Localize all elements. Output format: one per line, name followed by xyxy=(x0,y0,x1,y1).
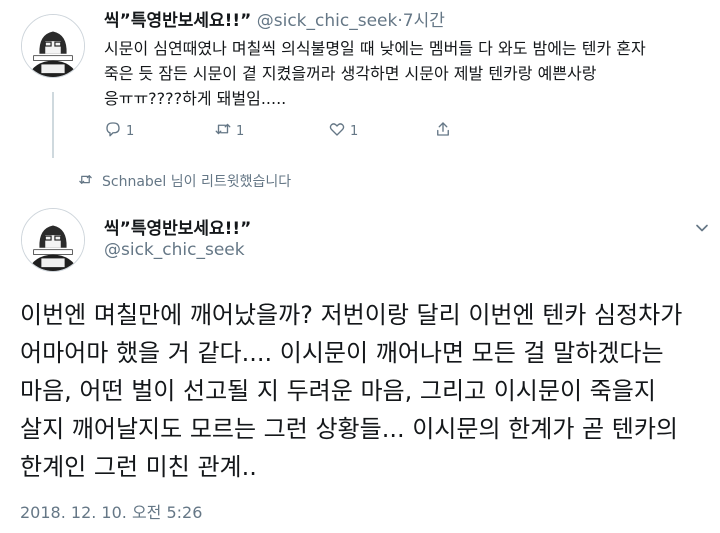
tweet-text-line: 죽은 듯 잠든 시문이 곁 지켰을꺼라 생각하면 시문아 제발 텐카랑 예쁜사랑 xyxy=(104,64,597,83)
user-handle[interactable]: @sick_chic_seek xyxy=(257,11,398,31)
tweet-timestamp[interactable]: 2018. 12. 10. 오전 5:26 xyxy=(20,499,202,523)
tweet-text-line: 살지 깨어날지도 모르는 그런 상황들... 이시문의 한계가 곧 텐카의 xyxy=(20,415,678,443)
tweet-text-line: 마음, 어떤 벌이 선고될 지 두려운 마음, 그리고 이시문이 죽을지 xyxy=(20,377,656,405)
retweet-icon xyxy=(214,120,232,142)
avatar-image xyxy=(22,209,84,271)
share-button[interactable] xyxy=(434,120,452,142)
time-ago[interactable]: 7시간 xyxy=(403,11,445,31)
retweet-context-text: Schnabel 님이 리트윗했습니다 xyxy=(102,174,292,190)
avatar-image xyxy=(22,15,84,77)
more-options-button[interactable] xyxy=(692,218,712,238)
like-count: 1 xyxy=(350,123,359,139)
tweet-text-line: 시문이 심연때였나 며칠씩 의식불명일 때 낮에는 멤버들 다 와도 밤에는 텐… xyxy=(104,39,646,58)
display-name[interactable]: 씩”특영반보세요!!” xyxy=(104,11,251,31)
retweet-button[interactable]: 1 xyxy=(214,120,244,142)
like-icon xyxy=(328,120,346,142)
thread-connector-line xyxy=(52,92,54,158)
chevron-down-icon xyxy=(692,223,712,242)
reply-count: 1 xyxy=(126,123,135,139)
tweet-header: 씩”특영반보세요!!” @sick_chic_seek·7시간 xyxy=(104,6,445,31)
avatar[interactable] xyxy=(21,208,85,272)
tweet-text-line: 이번엔 며칠만에 깨어났을까? 저번이랑 달리 이번엔 텐카 심정차가 xyxy=(20,301,683,329)
retweet-small-icon xyxy=(78,172,102,191)
tweet-text: 시문이 심연때였나 며칠씩 의식불명일 때 낮에는 멤버들 다 와도 밤에는 텐… xyxy=(104,36,710,111)
tweet-text-line: 어마어마 했을 거 같다.... 이시문이 깨어나면 모든 걸 말하겠다는 xyxy=(20,339,664,367)
share-icon xyxy=(434,120,452,142)
avatar[interactable] xyxy=(21,14,85,78)
retweet-context[interactable]: Schnabel 님이 리트윗했습니다 xyxy=(78,170,291,192)
like-button[interactable]: 1 xyxy=(328,120,358,142)
tweet-text-line: 응ㅠㅠ????하게 돼벌임..... xyxy=(104,89,287,108)
reply-button[interactable]: 1 xyxy=(104,120,134,142)
user-handle[interactable]: @sick_chic_seek xyxy=(104,240,245,260)
tweet-reply[interactable]: 씩”특영반보세요!!” @sick_chic_seek·7시간 시문이 심연때였… xyxy=(0,0,720,160)
tweet-text-line: 한계인 그런 미친 관계.. xyxy=(20,453,257,481)
retweet-count: 1 xyxy=(236,123,245,139)
display-name[interactable]: 씩”특영반보세요!!” xyxy=(104,214,251,239)
reply-icon xyxy=(104,120,122,142)
tweet-text: 이번엔 며칠만에 깨어났을까? 저번이랑 달리 이번엔 텐카 심정차가 어마어마… xyxy=(20,296,710,486)
